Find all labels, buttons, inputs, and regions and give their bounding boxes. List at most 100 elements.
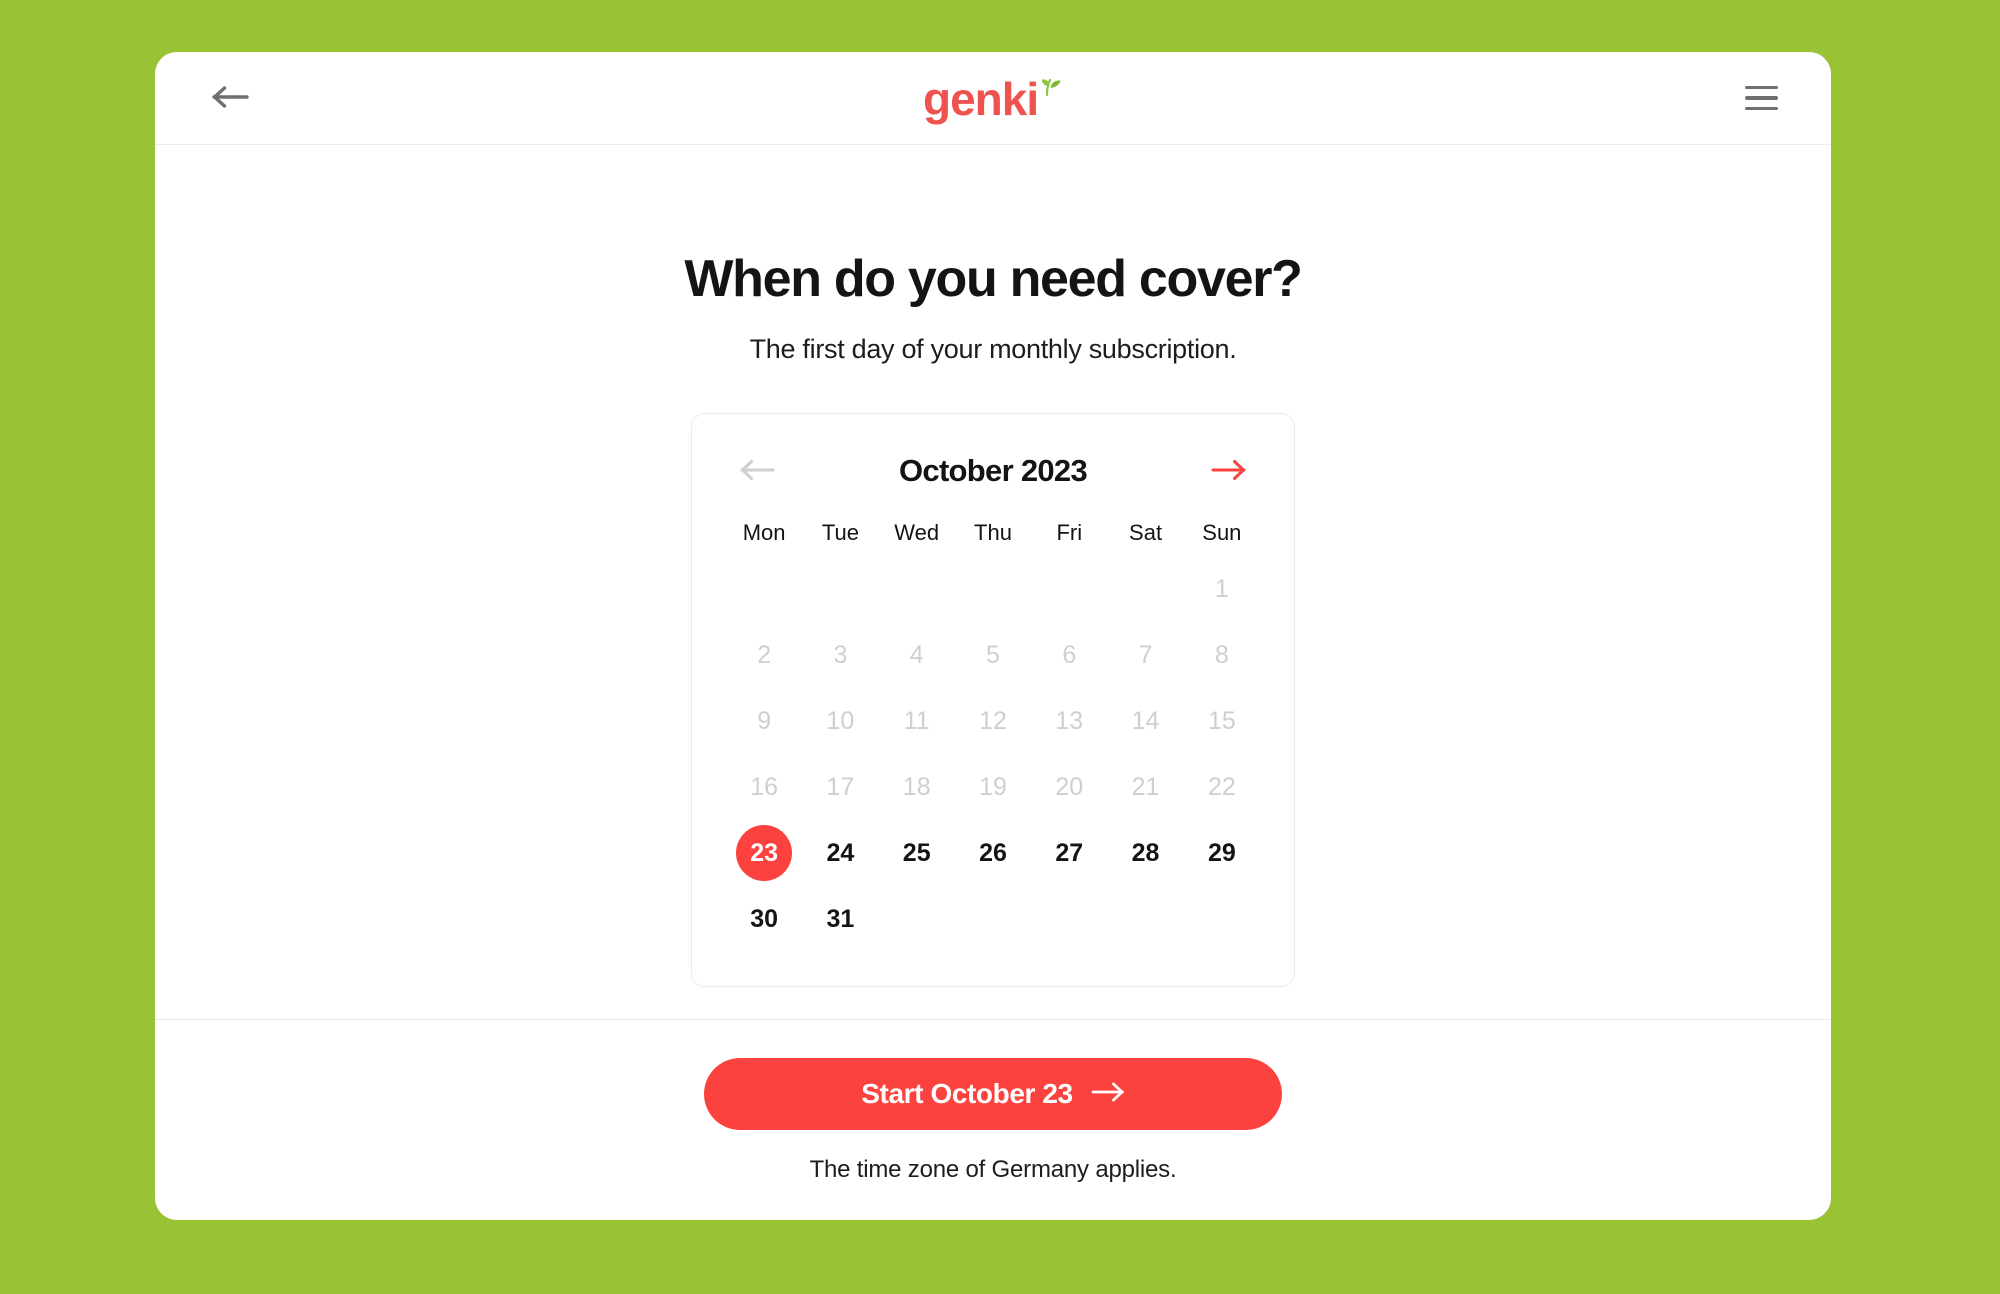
main-content: When do you need cover? The first day of… [155,145,1831,1019]
calendar-day-22: 22 [1207,772,1236,801]
arrow-left-icon [212,84,250,113]
calendar-day-blank [726,556,802,622]
calendar-day-29[interactable]: 29 [1194,825,1250,881]
calendar-day-cell[interactable]: 30 [726,886,802,952]
weekday-label-sat: Sat [1129,520,1163,546]
calendar-day-16: 16 [750,772,779,801]
calendar-card: October 2023 Mon Tue Wed Thu Fri Sat Sun… [691,413,1295,988]
calendar-day-23[interactable]: 23 [736,825,793,882]
calendar-day-cell: 11 [879,688,955,754]
calendar-day-cell: 21 [1107,754,1183,820]
calendar-day-21: 21 [1131,772,1160,801]
start-date-button-label: Start October 23 [861,1078,1073,1109]
calendar-day-18: 18 [902,772,931,801]
calendar-day-20: 20 [1055,772,1084,801]
calendar-day-cell: 3 [802,622,878,688]
calendar-day-blank [879,556,955,622]
calendar-day-cell: 15 [1184,688,1260,754]
calendar-day-31[interactable]: 31 [812,891,868,947]
calendar-day-9: 9 [757,706,772,735]
calendar-day-7: 7 [1138,640,1153,669]
calendar-day-cell: 9 [726,688,802,754]
start-date-button[interactable]: Start October 23 [704,1058,1282,1130]
calendar-day-cell: 1 [1184,556,1260,622]
calendar-day-5: 5 [986,640,1000,669]
calendar-day-8: 8 [1214,640,1229,669]
calendar-day-28[interactable]: 28 [1118,825,1174,881]
calendar-day-cell: 18 [879,754,955,820]
calendar-day-cell: 7 [1107,622,1183,688]
hamburger-menu-icon-bar-2 [1744,96,1778,100]
calendar-header: October 2023 [726,444,1260,498]
calendar-day-blank [1031,556,1107,622]
calendar-day-cell[interactable]: 25 [879,820,955,886]
calendar-month-label: October 2023 [898,453,1088,489]
next-month-button[interactable] [1202,451,1254,491]
calendar-day-cell: 6 [1031,622,1107,688]
calendar-day-cell[interactable]: 29 [1184,820,1260,886]
calendar-day-3: 3 [833,640,848,669]
calendar-day-1: 1 [1214,574,1229,603]
calendar-day-cell[interactable]: 23 [726,820,802,886]
arrow-right-icon [1210,458,1246,485]
calendar-day-27[interactable]: 27 [1041,825,1097,881]
calendar-day-blank [955,556,1031,622]
weekday-label-fri: Fri [1056,520,1083,546]
weekday-label-tue: Tue [821,520,859,546]
calendar-day-4: 4 [909,640,924,669]
calendar-day-cell[interactable]: 26 [955,820,1031,886]
calendar-day-14: 14 [1131,706,1160,735]
calendar-day-cell[interactable]: 28 [1107,820,1183,886]
calendar-day-6: 6 [1062,640,1077,669]
calendar-day-19: 19 [979,772,1007,801]
calendar-day-cell: 4 [879,622,955,688]
leaf-sprout-icon [1041,78,1061,97]
weekday-label-wed: Wed [894,520,940,546]
weekday-label-mon: Mon [742,520,786,546]
calendar-day-15: 15 [1207,706,1236,735]
calendar-day-cell: 10 [802,688,878,754]
app-header: genki [155,52,1831,145]
timezone-note: The time zone of Germany applies. [809,1156,1177,1183]
hamburger-menu-icon-bar-3 [1744,106,1778,111]
calendar-day-13: 13 [1055,706,1084,735]
hamburger-menu-button[interactable] [1737,74,1785,122]
prev-month-button[interactable] [732,451,784,491]
weekday-header-row: Mon Tue Wed Thu Fri Sat Sun [726,520,1260,546]
arrow-right-icon [1091,1078,1125,1110]
calendar-day-cell: 2 [726,622,802,688]
calendar-day-24[interactable]: 24 [812,825,868,881]
calendar-day-blank [802,556,878,622]
calendar-day-2: 2 [757,640,772,669]
calendar-day-cell: 14 [1107,688,1183,754]
calendar-day-25[interactable]: 25 [889,825,945,881]
calendar-day-cell: 16 [726,754,802,820]
calendar-day-cell[interactable]: 31 [802,886,878,952]
calendar-day-12: 12 [979,706,1007,735]
calendar-day-cell: 22 [1184,754,1260,820]
calendar-day-10: 10 [826,706,855,735]
calendar-day-cell: 12 [955,688,1031,754]
page-subtitle: The first day of your monthly subscripti… [749,334,1237,365]
arrow-left-icon [740,458,776,485]
calendar-day-cell: 17 [802,754,878,820]
back-button[interactable] [207,74,255,122]
calendar-day-cell: 8 [1184,622,1260,688]
calendar-day-cell: 20 [1031,754,1107,820]
calendar-day-30[interactable]: 30 [736,891,792,947]
calendar-day-cell[interactable]: 24 [802,820,878,886]
app-footer: Start October 23 The time zone of German… [155,1019,1831,1220]
calendar-day-cell: 5 [955,622,1031,688]
calendar-day-26[interactable]: 26 [965,825,1021,881]
page-title: When do you need cover? [684,250,1303,308]
calendar-day-cell: 19 [955,754,1031,820]
hamburger-menu-icon [1744,85,1778,90]
app-window: genki When do you need cover? The first … [155,52,1831,1220]
genki-logo[interactable]: genki [923,73,1063,125]
calendar-day-blank [1107,556,1183,622]
weekday-label-thu: Thu [974,520,1012,546]
calendar-day-17: 17 [826,772,855,801]
calendar-day-cell: 13 [1031,688,1107,754]
svg-text:genki: genki [923,75,1038,125]
calendar-day-cell[interactable]: 27 [1031,820,1107,886]
